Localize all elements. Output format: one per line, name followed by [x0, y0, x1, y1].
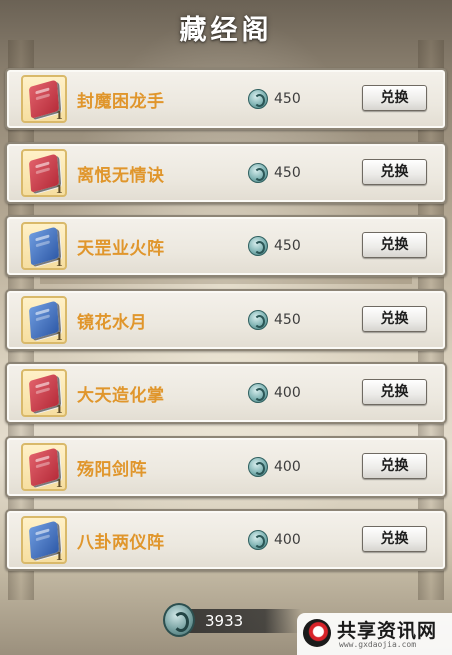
exchange-button[interactable]: 兑换 [362, 379, 427, 405]
watermark-url: www.gxdaojia.com [339, 640, 417, 649]
exchange-row: 1 镜花水月 450 兑换 [5, 288, 447, 351]
page-title: 藏经阁 [179, 15, 273, 46]
item-thumbnail[interactable]: 1 [21, 442, 67, 491]
item-name: 封魔困龙手 [77, 92, 165, 112]
jade-coin-icon [248, 89, 268, 109]
price-value: 400 [274, 385, 301, 401]
item-thumbnail[interactable]: 1 [21, 295, 67, 344]
watermark: 共享资讯网 www.gxdaojia.com [297, 613, 452, 655]
item-quantity: 1 [55, 329, 63, 343]
item-quantity: 1 [55, 256, 63, 269]
watermark-logo-icon [303, 619, 331, 647]
item-name: 天罡业火阵 [77, 239, 165, 259]
exchange-list: 1 封魔困龙手 450 兑换 1 离恨无情诀 450 兑换 1 天罡业火阵 45… [5, 68, 447, 583]
item-price: 400 [248, 381, 301, 405]
item-price: 450 [248, 87, 301, 111]
price-value: 450 [274, 238, 301, 254]
watermark-text: 共享资讯网 [337, 620, 438, 642]
item-price: 400 [248, 528, 301, 552]
exchange-button[interactable]: 兑换 [362, 452, 427, 479]
item-name: 镜花水月 [77, 312, 147, 333]
item-price: 400 [248, 455, 301, 479]
jade-coin-icon [248, 383, 268, 403]
exchange-row: 1 殇阳剑阵 400 兑换 [5, 435, 447, 498]
exchange-button[interactable]: 兑换 [362, 158, 427, 185]
price-value: 450 [274, 164, 301, 181]
jade-coin-icon [248, 236, 268, 256]
exchange-button[interactable]: 兑换 [362, 526, 427, 552]
jade-coin-icon [163, 603, 195, 637]
exchange-row: 1 八卦两仪阵 400 兑换 [5, 509, 447, 571]
exchange-row: 1 天罡业火阵 450 兑换 [5, 215, 447, 277]
exchange-row: 1 封魔困龙手 450 兑换 [5, 68, 447, 130]
item-name: 大天造化掌 [77, 386, 165, 406]
item-quantity: 1 [55, 550, 63, 563]
price-value: 450 [274, 311, 301, 328]
item-quantity: 1 [55, 109, 63, 122]
price-value: 400 [274, 532, 301, 548]
exchange-row: 1 离恨无情诀 450 兑换 [5, 141, 447, 204]
exchange-button[interactable]: 兑换 [362, 85, 427, 111]
item-thumbnail[interactable]: 1 [21, 148, 67, 197]
item-name: 八卦两仪阵 [77, 533, 165, 553]
jade-coin-icon [248, 456, 268, 477]
currency-balance: 3933 [163, 603, 303, 637]
jade-coin-icon [248, 162, 268, 183]
price-value: 450 [274, 91, 301, 107]
item-price: 450 [248, 308, 301, 332]
exchange-button[interactable]: 兑换 [362, 232, 427, 258]
balance-value: 3933 [205, 612, 244, 630]
item-price: 450 [248, 234, 301, 258]
jade-coin-icon [248, 309, 268, 330]
item-thumbnail[interactable]: 1 [21, 516, 67, 564]
item-thumbnail[interactable]: 1 [21, 369, 67, 417]
exchange-button[interactable]: 兑换 [362, 305, 427, 332]
item-thumbnail[interactable]: 1 [21, 75, 67, 123]
price-value: 400 [274, 458, 301, 475]
item-name: 离恨无情诀 [77, 165, 165, 186]
item-thumbnail[interactable]: 1 [21, 222, 67, 270]
jade-coin-icon [248, 530, 268, 550]
exchange-row: 1 大天造化掌 400 兑换 [5, 362, 447, 424]
item-quantity: 1 [55, 403, 63, 416]
item-quantity: 1 [55, 182, 63, 196]
item-price: 450 [248, 161, 301, 185]
item-quantity: 1 [55, 476, 63, 490]
item-name: 殇阳剑阵 [77, 459, 147, 480]
